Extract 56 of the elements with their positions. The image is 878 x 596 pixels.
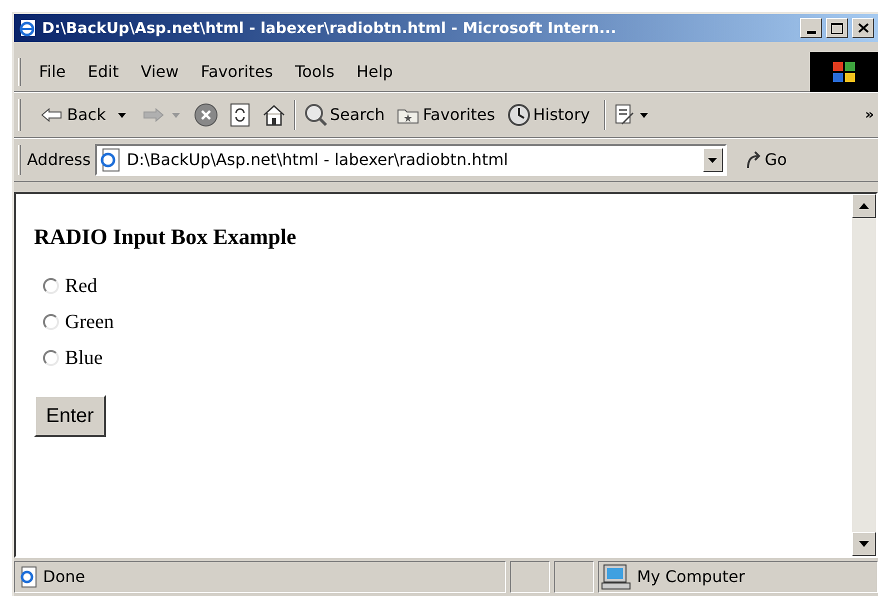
maximize-button[interactable] — [826, 18, 848, 38]
address-input[interactable]: D:\BackUp\Asp.net\html - labexer\radiobtn.html — [126, 148, 697, 172]
status-panel — [554, 561, 594, 593]
minimize-icon — [806, 31, 816, 34]
page-icon — [98, 148, 121, 172]
history-button[interactable]: History — [507, 103, 590, 127]
search-icon — [304, 103, 328, 127]
clock-icon — [507, 103, 532, 127]
browser-logo-icon — [18, 18, 38, 38]
address-field[interactable]: D:\BackUp\Asp.net\html - labexer\radiobtn.html — [94, 144, 727, 176]
page-heading: RADIO Input Box Example — [34, 223, 298, 251]
radio-button[interactable] — [43, 314, 59, 330]
dropdown-caret-icon[interactable] — [118, 112, 126, 118]
menu-item[interactable]: File — [33, 60, 72, 84]
document-pen-icon — [614, 104, 636, 126]
left-arrow-icon — [41, 108, 63, 122]
page-icon — [19, 566, 37, 588]
curved-arrow-icon — [744, 150, 763, 170]
home-icon[interactable] — [262, 104, 286, 126]
menu-item[interactable]: Favorites — [194, 60, 280, 84]
status-panel — [510, 561, 550, 593]
refresh-icon[interactable] — [230, 103, 250, 127]
scroll-up-icon[interactable] — [859, 203, 869, 209]
vertical-scrollbar[interactable] — [852, 194, 876, 556]
enter-button[interactable]: Enter — [34, 395, 106, 437]
dropdown-caret-icon — [708, 158, 718, 162]
status-text: Done — [43, 566, 86, 588]
menu-item[interactable]: Tools — [289, 60, 340, 84]
scroll-down-icon[interactable] — [859, 541, 869, 547]
maximize-icon — [831, 22, 843, 34]
go-button[interactable]: Go — [744, 148, 787, 172]
minimize-button[interactable] — [800, 18, 822, 38]
window-title: D:\BackUp\Asp.net\html - labexer\radiobtn.html - Microsoft Intern... — [42, 18, 618, 39]
search-button[interactable]: Search — [304, 103, 385, 127]
address-label: Address — [27, 149, 91, 171]
menu-item[interactable]: Help — [350, 60, 399, 84]
zone-text: My Computer — [637, 566, 745, 588]
more-chevron[interactable]: » — [864, 104, 874, 126]
windows-flag-icon — [833, 62, 855, 82]
dropdown-caret-icon — [640, 112, 648, 118]
stop-icon[interactable] — [194, 103, 218, 127]
radio-label: Green — [65, 310, 114, 335]
edit-button[interactable] — [614, 104, 648, 126]
favorites-button[interactable]: Favorites — [396, 103, 496, 127]
back-button[interactable]: Back — [37, 103, 110, 127]
dropdown-button[interactable] — [702, 148, 723, 172]
radio-label: Red — [65, 274, 98, 299]
radio-label: Blue — [65, 346, 103, 371]
menu-item[interactable]: Edit — [82, 60, 125, 84]
close-icon — [858, 23, 868, 33]
close-button[interactable] — [852, 18, 874, 38]
radio-button[interactable] — [43, 350, 59, 366]
menu-item[interactable]: View — [134, 60, 185, 84]
dropdown-caret-icon — [172, 112, 180, 118]
computer-icon — [601, 564, 631, 590]
radio-button[interactable] — [43, 278, 59, 294]
